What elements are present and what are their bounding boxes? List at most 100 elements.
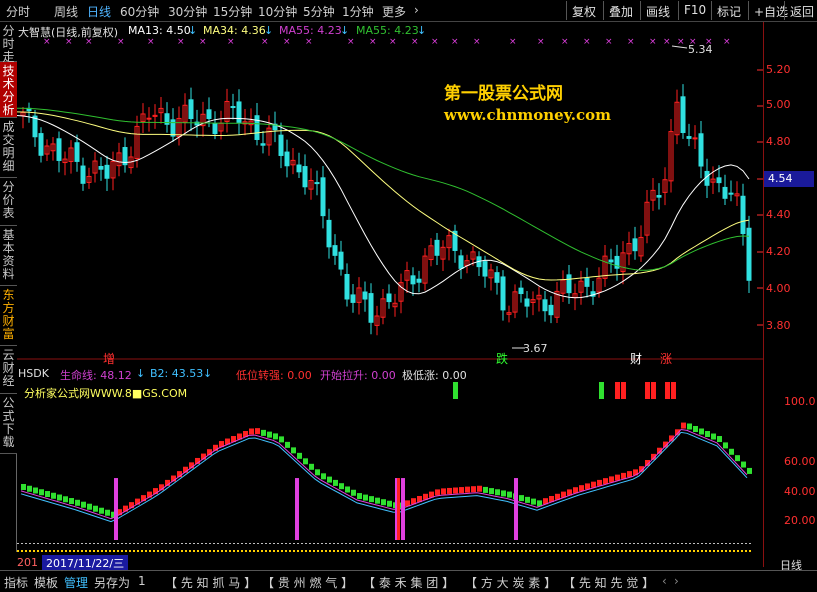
tab-fundamentals[interactable]: 基本资料: [0, 226, 17, 286]
date-prefix: 201: [17, 556, 38, 569]
baseline-dot-yellow: [365, 550, 367, 552]
baseline-dot: [121, 543, 123, 544]
baseline-dot-yellow: [641, 550, 643, 552]
indicator-block: [693, 425, 698, 432]
baseline-dot: [561, 543, 563, 544]
tab-technical[interactable]: 技术分析: [0, 62, 17, 118]
period-60min[interactable]: 60分钟: [120, 3, 159, 20]
tab-transactions[interactable]: 成交明细: [0, 118, 17, 178]
save-as-button[interactable]: 另存为: [94, 574, 130, 591]
baseline-dot: [389, 543, 391, 544]
baseline-dot-yellow: [265, 550, 267, 552]
tab-intraday[interactable]: 分时走势: [0, 22, 17, 77]
indicator-block: [273, 433, 278, 440]
back-button[interactable]: 返回: [784, 1, 817, 20]
baseline-dot: [81, 543, 83, 544]
period-1min[interactable]: 1分钟: [342, 3, 374, 20]
baseline-dot: [217, 543, 219, 544]
tab-cloud-finance[interactable]: 云财经: [0, 346, 17, 394]
baseline-dot: [741, 543, 743, 544]
scroll-right-icon[interactable]: ›: [674, 574, 679, 588]
indicator-button[interactable]: 指标: [4, 574, 28, 591]
candle-body: [434, 239, 440, 256]
baseline-dot: [293, 543, 295, 544]
template-tab-4[interactable]: 【 方 大 炭 素 】: [465, 574, 556, 591]
template-button[interactable]: 模板: [34, 574, 58, 591]
signal-x-marker: ×: [227, 37, 235, 47]
chart-area[interactable]: × × × × × × × × × × × × × × × × × × × × × × × × × × × × × ×: [16, 22, 763, 552]
baseline-dot: [469, 543, 471, 544]
baseline-dot: [61, 543, 63, 544]
baseline-dot-yellow: [285, 550, 287, 552]
template-tab-2[interactable]: 【 贵 州 燃 气 】: [262, 574, 353, 591]
period-30min[interactable]: 30分钟: [168, 3, 207, 20]
period-15min[interactable]: 15分钟: [213, 3, 252, 20]
candle-body: [326, 219, 332, 248]
template-tab-1[interactable]: 【 先 知 抓 马 】: [165, 574, 256, 591]
baseline-dot-yellow: [501, 550, 503, 552]
template-number[interactable]: 1: [138, 574, 146, 588]
baseline-dot-yellow: [429, 550, 431, 552]
baseline-dot: [645, 543, 647, 544]
candle-body: [686, 136, 692, 139]
baseline-dot: [685, 543, 687, 544]
period-day[interactable]: 日线: [87, 3, 111, 20]
baseline-dot: [321, 543, 323, 544]
baseline-dot: [381, 543, 383, 544]
watermark-url: www.chnmoney.com: [444, 106, 611, 124]
baseline-dot-yellow: [489, 550, 491, 552]
alert-bar: [651, 382, 656, 399]
tab-price-table[interactable]: 分价表: [0, 178, 17, 226]
indicator-block: [75, 499, 80, 506]
crosshair-date: 2017/11/22/三: [42, 555, 129, 571]
template-tab-3[interactable]: 【 泰 禾 集 团 】: [363, 574, 454, 591]
period-more[interactable]: 更多: [382, 3, 406, 20]
baseline-dot: [393, 543, 395, 544]
lifeline-arrow: ↓: [136, 367, 146, 380]
tab-eastmoney[interactable]: 东方财富: [0, 286, 17, 346]
baseline-dot-yellow: [473, 550, 475, 552]
period-week[interactable]: 周线: [54, 3, 78, 20]
baseline-dot-yellow: [357, 550, 359, 552]
signal-bar: [401, 478, 405, 540]
f10-button[interactable]: F10: [678, 1, 711, 20]
baseline-dot: [601, 543, 603, 544]
manage-button[interactable]: 管理: [64, 574, 88, 591]
baseline-dot: [193, 543, 195, 544]
indicator-name: HSDK: [18, 367, 49, 380]
signal-bar-red: [397, 478, 400, 540]
baseline-dot: [237, 543, 239, 544]
baseline-dot: [305, 543, 307, 544]
period-5min[interactable]: 5分钟: [303, 3, 335, 20]
period-10min[interactable]: 10分钟: [258, 3, 297, 20]
mark-button[interactable]: 标记: [711, 1, 746, 20]
tab-formula-download[interactable]: 公式下载: [0, 394, 17, 454]
candle-body: [302, 166, 308, 188]
indicator-block: [717, 436, 722, 443]
baseline-dot-yellow: [393, 550, 395, 552]
baseline-dot: [481, 543, 483, 544]
overlay-button[interactable]: 叠加: [603, 1, 638, 20]
scroll-left-icon[interactable]: ‹: [662, 574, 667, 588]
adjust-button[interactable]: 复权: [566, 1, 601, 20]
baseline-dot-yellow: [325, 550, 327, 552]
baseline-dot: [545, 543, 547, 544]
baseline-dot-yellow: [677, 550, 679, 552]
tick-4-00: 4.00: [766, 282, 791, 295]
kline-canvas[interactable]: × × × × × × × × × × × × × × × × × × × × × × × × × × × × × ×: [16, 22, 763, 552]
template-tab-5[interactable]: 【 先 知 先 觉 】: [563, 574, 654, 591]
baseline-dot-yellow: [141, 550, 143, 552]
period-minute[interactable]: 分时: [6, 3, 30, 20]
baseline-dot-yellow: [457, 550, 459, 552]
marker-rise: 涨: [660, 352, 673, 366]
signal-x-marker: ×: [561, 37, 569, 47]
baseline-dot: [365, 543, 367, 544]
indicator-block: [615, 474, 620, 481]
signal-x-marker: ×: [369, 37, 377, 47]
baseline-dot: [641, 543, 643, 544]
period-more-arrow[interactable]: ›: [414, 3, 419, 17]
baseline-dot-yellow: [237, 550, 239, 552]
alert-bar: [671, 382, 676, 399]
draw-line-button[interactable]: 画线: [640, 1, 675, 20]
baseline-dot-yellow: [705, 550, 707, 552]
